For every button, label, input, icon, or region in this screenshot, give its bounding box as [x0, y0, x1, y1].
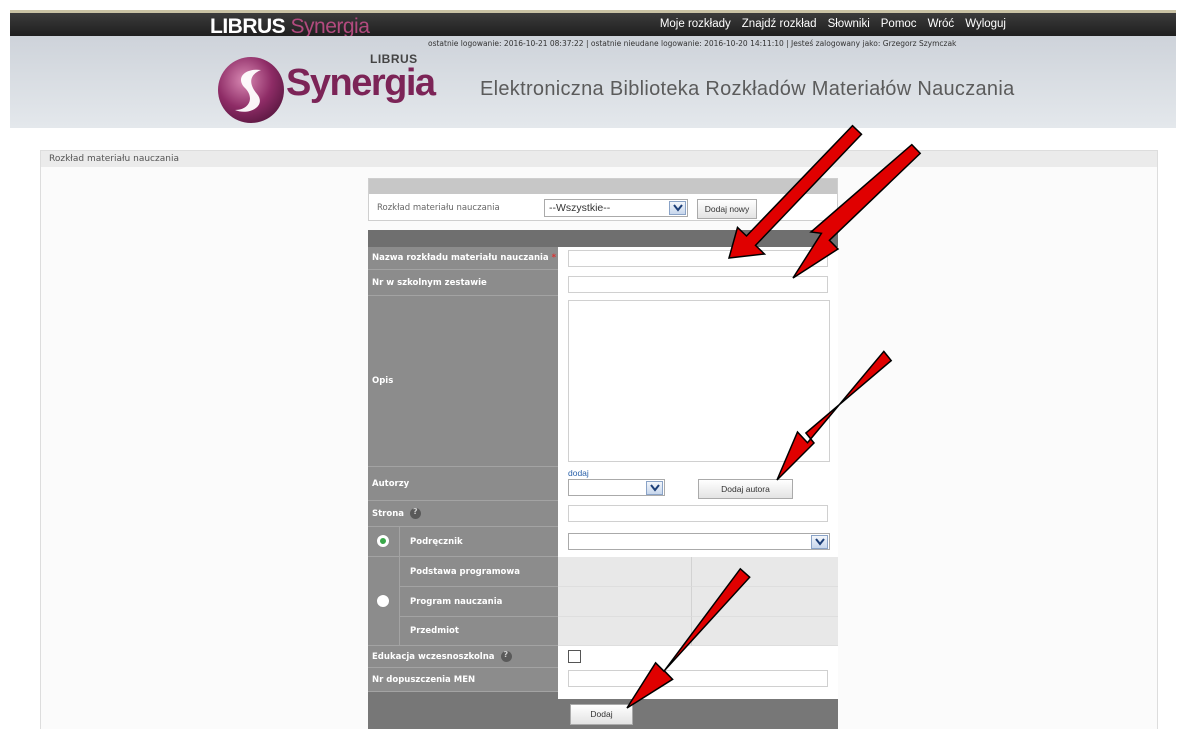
- row-description: Opis: [368, 296, 838, 467]
- description-value-cell: [558, 296, 838, 467]
- nav-wroc[interactable]: Wróć: [928, 18, 955, 30]
- page-label-cell: Strona: [368, 501, 558, 527]
- top-bar: LIBRUS Synergia Moje rozkłady Znajdź roz…: [10, 10, 1176, 38]
- curriculum-cell-a: [558, 587, 691, 617]
- curriculum-cell-b: [691, 587, 838, 617]
- help-icon[interactable]: [410, 507, 422, 519]
- filter-box: Rozkład materiału nauczania --Wszystkie-…: [368, 178, 838, 221]
- early-edu-value-cell: [558, 646, 838, 668]
- page-input[interactable]: [568, 505, 828, 522]
- logo-synergia-word: Synergia: [286, 62, 436, 104]
- top-navigation: Moje rozkłady Znajdź rozkład Słowniki Po…: [660, 18, 1006, 30]
- submit-button[interactable]: Dodaj: [570, 704, 633, 725]
- add-new-button[interactable]: Dodaj nowy: [697, 199, 757, 219]
- textbook-label: Podręcznik: [399, 527, 558, 557]
- subject-label: Przedmiot: [399, 617, 558, 646]
- row-page: Strona: [368, 501, 838, 527]
- brand-word-librus: LIBRUS: [210, 15, 286, 38]
- name-value-cell: [558, 247, 838, 270]
- subject-cell-a: [558, 617, 691, 646]
- required-mark: *: [551, 253, 557, 263]
- row-curriculum: Program nauczania: [368, 587, 838, 617]
- authors-value-cell: dodaj Dodaj autora: [558, 467, 838, 501]
- men-number-label: Nr dopuszczenia MEN: [368, 668, 558, 692]
- filter-label: Rozkład materiału nauczania: [377, 203, 500, 213]
- nav-pomoc[interactable]: Pomoc: [881, 18, 917, 30]
- login-info: ostatnie logowanie: 2016-10-21 08:37:22 …: [428, 39, 957, 48]
- help-icon[interactable]: [500, 650, 512, 662]
- school-set-input[interactable]: [568, 276, 828, 293]
- name-input[interactable]: [568, 250, 828, 267]
- row-name: Nazwa rozkładu materiału nauczania *: [368, 247, 838, 270]
- row-early-education: Edukacja wczesnoszkolna: [368, 646, 838, 668]
- name-label-cell: Nazwa rozkładu materiału nauczania *: [368, 247, 558, 270]
- app-title: Elektroniczna Biblioteka Rozkładów Mater…: [480, 78, 1015, 100]
- chevron-down-icon[interactable]: [811, 535, 828, 549]
- school-set-value-cell: [558, 270, 838, 296]
- schedule-form: Nazwa rozkładu materiału nauczania * Nr …: [368, 230, 838, 729]
- textbook-value-cell: [558, 527, 838, 557]
- add-author-link[interactable]: dodaj: [568, 468, 589, 478]
- description-label: Opis: [368, 296, 558, 467]
- curriculum-label: Program nauczania: [399, 587, 558, 617]
- men-number-input[interactable]: [568, 670, 828, 687]
- subject-cell-b: [691, 617, 838, 646]
- early-edu-label-cell: Edukacja wczesnoszkolna: [368, 646, 558, 668]
- authors-select[interactable]: [568, 479, 665, 496]
- core-curriculum-cell-b: [691, 557, 838, 587]
- page-label: Strona: [372, 508, 405, 519]
- brand-word-synergia: Synergia: [290, 15, 370, 38]
- textbook-radio-cell: [368, 527, 399, 557]
- name-label: Nazwa rozkładu materiału nauczania: [372, 253, 549, 263]
- filter-select[interactable]: --Wszystkie--: [544, 199, 688, 217]
- description-textarea[interactable]: [568, 300, 830, 462]
- textbook-select[interactable]: [568, 533, 830, 550]
- filter-select-value: --Wszystkie--: [549, 202, 611, 214]
- row-textbook: Podręcznik: [368, 527, 838, 557]
- nav-moje-rozklady[interactable]: Moje rozkłady: [660, 18, 731, 30]
- header-banner: ostatnie logowanie: 2016-10-21 08:37:22 …: [10, 36, 1176, 128]
- page-value-cell: [558, 501, 838, 527]
- authors-label: Autorzy: [368, 467, 558, 501]
- synergia-logo-icon: [218, 57, 284, 123]
- early-edu-label: Edukacja wczesnoszkolna: [372, 651, 495, 662]
- core-curriculum-label: Podstawa programowa: [399, 557, 558, 587]
- add-author-button[interactable]: Dodaj autora: [698, 479, 793, 499]
- chevron-down-icon[interactable]: [646, 481, 663, 495]
- men-number-value-cell: [558, 668, 838, 692]
- row-core-curriculum: Podstawa programowa: [368, 557, 838, 587]
- nav-wyloguj[interactable]: Wyloguj: [965, 18, 1006, 30]
- textbook-radio[interactable]: [376, 534, 390, 548]
- row-school-set: Nr w szkolnym zestawie: [368, 270, 838, 296]
- early-edu-checkbox[interactable]: [568, 650, 581, 663]
- filter-header-bar: [369, 179, 837, 194]
- nav-slowniki[interactable]: Słowniki: [828, 18, 870, 30]
- chevron-down-icon[interactable]: [669, 201, 686, 215]
- row-subject: Przedmiot: [368, 617, 838, 646]
- nav-znajdz-rozklad[interactable]: Znajdź rozkład: [742, 18, 817, 30]
- row-men-number: Nr dopuszczenia MEN: [368, 668, 838, 692]
- core-curriculum-cell-a: [558, 557, 691, 587]
- school-set-label: Nr w szkolnym zestawie: [368, 270, 558, 296]
- panel-title: Rozkład materiału nauczania: [41, 151, 1157, 167]
- form-header-bar: [368, 230, 838, 247]
- row-authors: Autorzy dodaj Dodaj autora: [368, 467, 838, 501]
